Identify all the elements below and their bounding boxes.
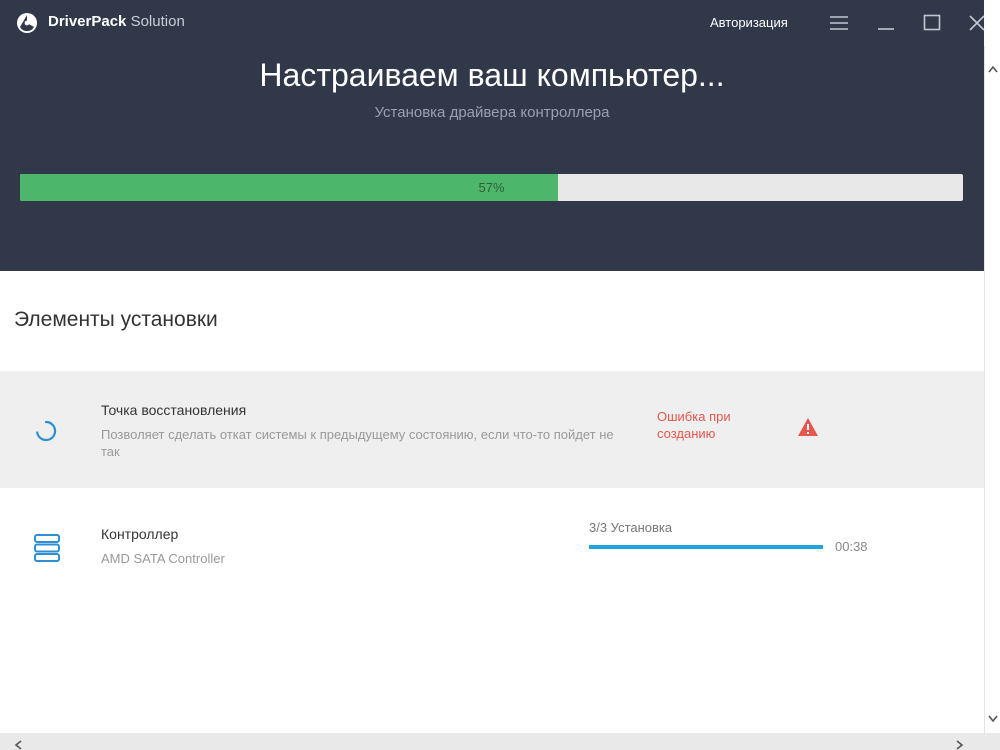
scroll-down-arrow-icon[interactable] (988, 710, 998, 728)
maximize-icon (919, 10, 945, 36)
item-name: Точка восстановления (101, 402, 247, 418)
close-icon (964, 10, 990, 36)
overall-progress-bar: 57% (20, 174, 963, 201)
overall-progress-text: 57% (478, 180, 505, 195)
loading-spinner-icon (34, 419, 58, 448)
title-bar[interactable]: DriverPack Solution Авторизация (0, 0, 1000, 46)
page-subtitle: Установка драйвера контроллера (374, 104, 610, 121)
install-item-controller[interactable]: Контроллер AMD SATA Controller 3/3 Устан… (0, 488, 984, 608)
item-description: AMD SATA Controller (101, 551, 225, 566)
horizontal-scrollbar[interactable] (0, 733, 984, 750)
server-stack-icon (33, 533, 61, 568)
driverpack-logo-icon (16, 12, 38, 34)
scroll-up-arrow-icon[interactable] (988, 60, 998, 78)
scrollbar-corner (984, 733, 1000, 750)
item-name: Контроллер (101, 526, 179, 542)
minimize-icon (873, 10, 899, 36)
error-status-text: Ошибка при созданию (657, 409, 731, 441)
scroll-left-arrow-icon[interactable] (14, 737, 22, 750)
page-title: Настраиваем ваш компьютер... (259, 57, 725, 93)
install-time: 00:38 (835, 539, 868, 554)
minimize-button[interactable] (873, 10, 899, 36)
scroll-right-arrow-icon[interactable] (956, 737, 964, 750)
install-step-progress-bar (589, 545, 823, 549)
install-step-progress-fill (589, 545, 823, 549)
install-item-restore-point[interactable]: Точка восстановления Позволяет сделать о… (0, 371, 984, 488)
install-step-label: 3/3 Установка (589, 520, 673, 535)
item-description: Позволяет сделать откат системы к предыд… (101, 427, 614, 459)
hamburger-menu-icon (826, 10, 852, 36)
authorization-link[interactable]: Авторизация (710, 15, 788, 30)
hamburger-menu-button[interactable] (826, 10, 852, 36)
brand-name: DriverPack (48, 13, 127, 30)
brand-suffix: Solution (130, 13, 185, 30)
section-title: Элементы установки (14, 308, 218, 331)
warning-icon (797, 417, 819, 442)
vertical-scrollbar[interactable] (984, 46, 1000, 733)
maximize-button[interactable] (919, 10, 945, 36)
app-brand: DriverPack Solution (48, 13, 185, 30)
close-button[interactable] (964, 10, 990, 36)
